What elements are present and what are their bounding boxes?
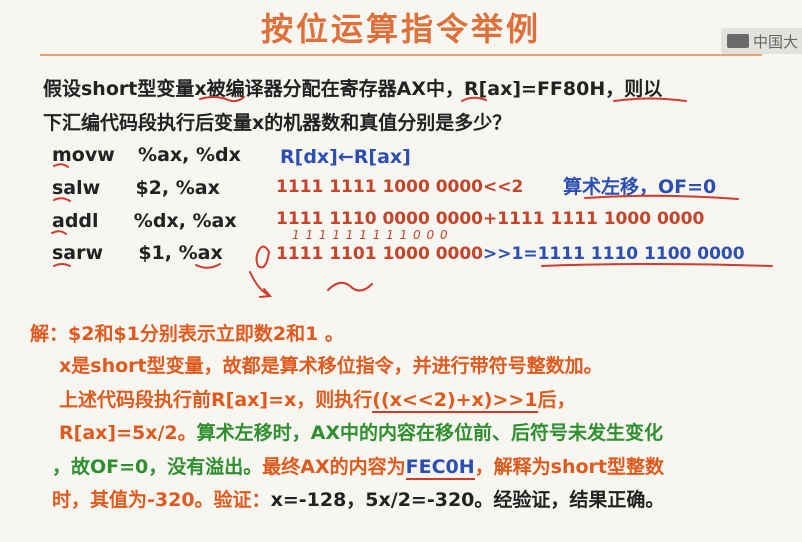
underline-sarw-result (541, 263, 773, 267)
underline-ff80h (613, 97, 687, 102)
underline-addl-op (51, 230, 67, 235)
mark-curve (327, 281, 373, 292)
underline-ax (461, 96, 487, 102)
underline-movw (53, 163, 69, 168)
mark-oval (255, 245, 271, 269)
underline-sarw (53, 263, 71, 267)
underline-salw (53, 197, 71, 202)
underline-short (199, 96, 227, 100)
underline-ax-args (195, 263, 221, 269)
underline-salw-note (584, 194, 739, 200)
underline-x (225, 96, 245, 103)
mark-arrow (249, 271, 273, 298)
handwritten-annotations (51, 96, 773, 298)
